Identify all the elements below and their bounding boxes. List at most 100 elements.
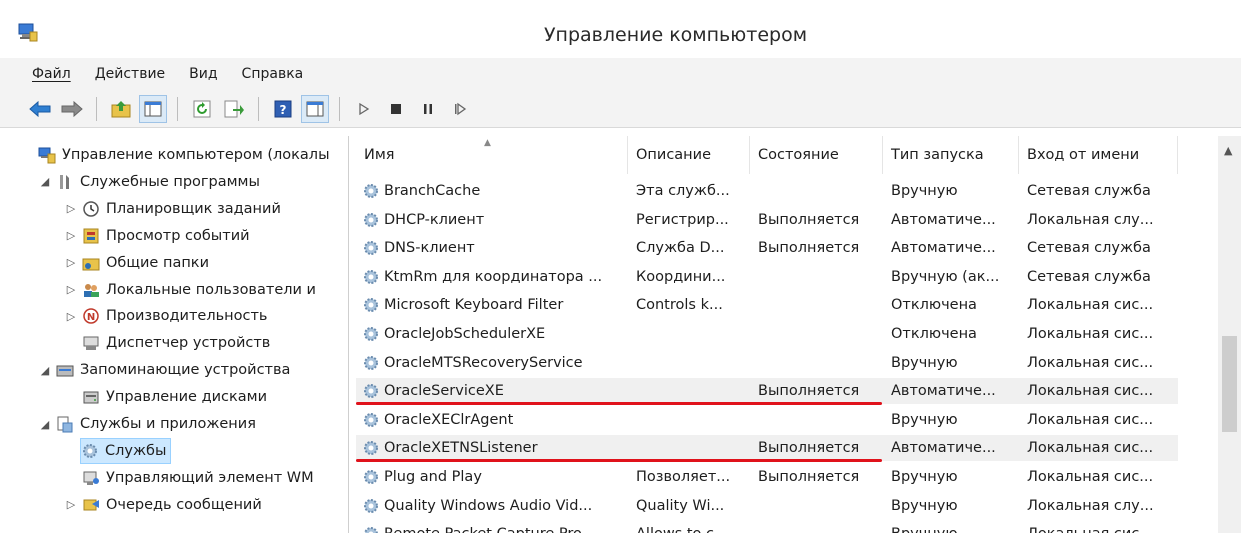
scroll-up-icon[interactable]: ▲ [1224, 144, 1232, 157]
stop-service-button[interactable] [382, 95, 410, 123]
cell-description: Allows to c... [636, 521, 750, 533]
tree-item-tools[interactable]: ◢ Служебные программы [38, 169, 260, 195]
show-hide-tree-button[interactable] [139, 94, 167, 123]
pause-icon [424, 103, 432, 114]
table-row[interactable]: DNS-клиент Служба D... Выполняется Автомати… [356, 235, 1178, 261]
cell-logon: Сетевая служба [1027, 268, 1151, 285]
tree-item-message-queue[interactable]: ▷ Очередь сообщений [64, 492, 262, 518]
cell-startup: Вручную [891, 497, 958, 514]
tree-item-label: Очередь сообщений [106, 496, 262, 513]
table-row[interactable]: DHCP-клиент Регистрир... Выполняется Автома… [356, 207, 1178, 233]
back-button[interactable] [26, 95, 54, 123]
tree-item-computer-management[interactable]: Управление компьютером (локалы [20, 142, 330, 168]
disk-icon [83, 391, 99, 404]
annotation-underline [356, 459, 882, 463]
tree-item-users[interactable]: ▷ Локальные пользователи и [64, 277, 316, 303]
title-bar: Управление компьютером [0, 0, 1241, 58]
tree-item-performance[interactable]: ▷ N Производительность [64, 303, 268, 329]
tree-item-storage[interactable]: ◢ Запоминающие устройства [38, 357, 291, 383]
tree-item-clock[interactable]: ▷ Планировщик заданий [64, 196, 281, 222]
cell-startup: Вручную [891, 521, 1019, 533]
table-row[interactable]: Plug and Play Позволяет... Выполняется Вруч… [356, 464, 1178, 490]
gear-icon [364, 355, 378, 370]
shared-folder-icon [82, 258, 100, 271]
cell-startup: Отключена [891, 297, 977, 314]
clock-icon [83, 201, 99, 217]
sort-ascending-icon: ▲ [484, 138, 491, 148]
expand-arrow-icon[interactable]: ▷ [64, 256, 78, 269]
table-row[interactable]: KtmRm для координатора ... Координи... Вру… [356, 264, 1178, 290]
tree-item-gear[interactable]: Службы [80, 437, 172, 464]
tree-item-shared-folder[interactable]: ▷ Общие папки [64, 250, 209, 276]
cell-name: OracleXEClrAgent [362, 407, 628, 433]
table-row[interactable]: OracleServiceXE Выполняется Автоматиче... Л… [356, 378, 1178, 405]
menu-action[interactable]: Действие [95, 66, 165, 82]
tree-item-event-viewer[interactable]: ▷ Просмотр событий [64, 223, 250, 249]
expand-arrow-icon[interactable]: ◢ [38, 418, 52, 431]
expand-arrow-icon[interactable]: ▷ [64, 283, 78, 296]
expand-arrow-icon[interactable]: ▷ [64, 202, 78, 215]
tree-item-disk[interactable]: Управление дисками [64, 384, 267, 410]
back-arrow-icon [29, 100, 51, 117]
cell-status: Выполняется [758, 469, 860, 485]
table-row[interactable]: Remote Packet Capture Pro... Allows to c.… [356, 521, 1178, 533]
gear-icon [364, 298, 378, 313]
cell-status [758, 292, 883, 318]
cell-status: Выполняется [758, 211, 860, 228]
help-button[interactable]: ? [269, 95, 297, 123]
window-title: Управление компьютером [543, 24, 808, 46]
column-header-logon-as[interactable]: Вход от имени [1019, 136, 1178, 174]
menu-view[interactable]: Вид [189, 66, 217, 82]
expand-arrow-icon[interactable]: ◢ [38, 175, 52, 188]
up-button[interactable] [107, 95, 135, 123]
services-list: Имя ▲ Описание Состояние Тип запуска Вхо… [356, 136, 1218, 533]
expand-arrow-icon[interactable]: ▷ [64, 229, 78, 242]
cell-description [636, 378, 750, 404]
users-icon [84, 283, 99, 297]
expand-arrow-icon[interactable]: ▷ [64, 498, 78, 511]
gear-icon [364, 412, 378, 427]
table-row[interactable]: OracleMTSRecoveryService Вручную Локальная… [356, 350, 1178, 376]
cell-logon: Локальная сис... [1027, 383, 1154, 400]
tree-item-wmi[interactable]: Управляющий элемент WM [64, 465, 314, 491]
cell-name: OracleServiceXE [362, 378, 628, 404]
tree-item-label: Планировщик заданий [106, 200, 281, 217]
tree-item-device-manager[interactable]: Диспетчер устройств [64, 330, 270, 356]
menu-help[interactable]: Справка [242, 66, 304, 82]
table-row[interactable]: OracleJobSchedulerXE Отключена Локальная с… [356, 321, 1178, 347]
column-header-name[interactable]: Имя ▲ [356, 136, 628, 174]
cell-logon: Локальная сис... [1027, 297, 1154, 314]
table-row[interactable]: Microsoft Keyboard Filter Controls k... От… [356, 292, 1178, 318]
refresh-button[interactable] [188, 95, 216, 123]
column-header-startup-type[interactable]: Тип запуска [883, 136, 1019, 174]
expand-arrow-icon[interactable]: ▷ [64, 310, 78, 323]
menu-file[interactable]: Файл [32, 66, 71, 82]
table-row[interactable]: OracleXETNSListener Выполняется Автоматиче… [356, 435, 1178, 462]
tree-item-services-apps[interactable]: ◢ Службы и приложения [38, 411, 256, 437]
cell-name: KtmRm для координатора ... [362, 264, 628, 290]
table-row[interactable]: BranchCache Эта служб... Вручную Сетевая сл… [356, 178, 1178, 204]
computer-management-icon [38, 147, 56, 164]
export-list-button[interactable] [220, 95, 248, 123]
gear-icon [364, 498, 378, 513]
cell-startup: Автоматиче... [891, 240, 996, 257]
expand-arrow-icon[interactable]: ◢ [38, 364, 52, 377]
column-header-description[interactable]: Описание [628, 136, 750, 174]
cell-logon: Сетевая служба [1027, 240, 1151, 257]
start-service-button[interactable] [350, 95, 378, 123]
cell-startup: Отключена [891, 326, 977, 342]
table-row[interactable]: Quality Windows Audio Vid... Quality Wi..… [356, 493, 1178, 519]
resume-service-button[interactable] [446, 95, 474, 123]
cell-status: Выполняется [758, 240, 860, 257]
scroll-thumb[interactable] [1222, 336, 1237, 432]
column-header-status[interactable]: Состояние [750, 136, 883, 174]
vertical-scrollbar[interactable]: ▲ [1218, 136, 1241, 533]
cell-startup: Вручную [891, 354, 958, 371]
table-row[interactable]: OracleXEClrAgent Вручную Локальная сис... [356, 407, 1178, 433]
pause-service-button[interactable] [414, 95, 442, 123]
properties-button[interactable] [301, 94, 329, 123]
forward-button[interactable] [58, 95, 86, 123]
cell-description: Эта служб... [636, 183, 730, 199]
message-queue-icon [83, 499, 99, 511]
svg-text:?: ? [280, 103, 287, 117]
